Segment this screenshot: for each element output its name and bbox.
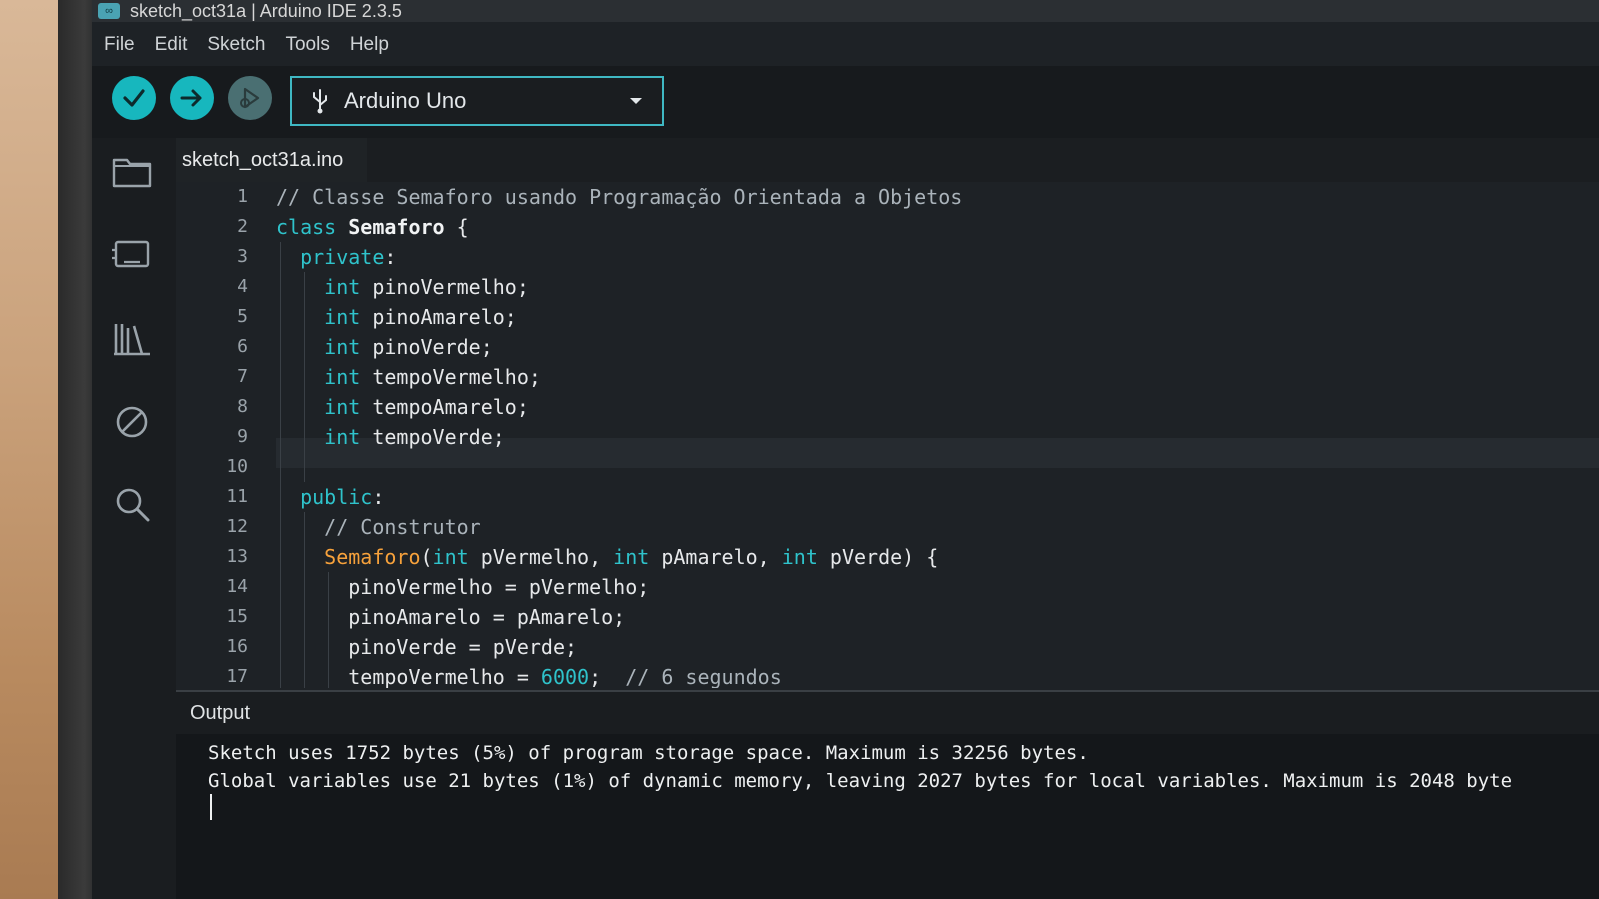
output-panel-header: Output xyxy=(176,690,1599,736)
debug-button[interactable] xyxy=(228,76,272,120)
debug-icon[interactable] xyxy=(110,400,154,444)
line-number: 10 xyxy=(226,456,248,477)
line-number: 7 xyxy=(237,366,248,387)
usb-icon xyxy=(313,89,327,114)
board-name: Arduino Uno xyxy=(344,88,467,113)
line-number: 14 xyxy=(226,576,248,597)
menu-sketch[interactable]: Sketch xyxy=(199,34,273,56)
code-line: tempoVermelho = 6000; // 6 segundos xyxy=(276,665,782,688)
line-number: 8 xyxy=(237,396,248,417)
output-line: Global variables use 21 bytes (1%) of dy… xyxy=(208,770,1513,792)
line-number: 17 xyxy=(226,666,248,687)
output-line: Sketch uses 1752 bytes (5%) of program s… xyxy=(208,742,1089,764)
code-line: private: xyxy=(300,245,397,269)
line-number: 16 xyxy=(226,636,248,657)
line-number: 6 xyxy=(237,336,248,357)
code-line: class Semaforo { xyxy=(276,215,469,239)
code-line: int tempoAmarelo; xyxy=(324,395,529,419)
arduino-ide-window: ∞ sketch_oct31a | Arduino IDE 2.3.5 File… xyxy=(92,0,1599,899)
line-number: 1 xyxy=(237,186,248,207)
menu-file[interactable]: File xyxy=(96,34,143,56)
code-line: pinoVerde = pVerde; xyxy=(276,635,578,659)
line-number: 12 xyxy=(226,516,248,537)
activity-sidebar xyxy=(92,138,176,899)
code-line: pinoAmarelo = pAmarelo; xyxy=(276,605,626,629)
code-line: int tempoVermelho; xyxy=(324,365,541,389)
code-line: public: xyxy=(300,485,385,509)
line-number: 13 xyxy=(226,546,248,567)
menu-tools[interactable]: Tools xyxy=(277,34,337,56)
search-icon[interactable] xyxy=(110,482,154,526)
library-manager-icon[interactable] xyxy=(110,316,154,360)
line-number: 5 xyxy=(237,306,248,327)
toolbar: Arduino Uno xyxy=(92,66,1599,138)
menu-bar: File Edit Sketch Tools Help xyxy=(92,28,1599,62)
verify-button[interactable] xyxy=(112,76,156,120)
code-editor[interactable]: 1 2 3 4 5 6 7 8 9 10 11 12 13 14 15 16 1… xyxy=(176,182,1599,688)
output-console[interactable]: Sketch uses 1752 bytes (5%) of program s… xyxy=(176,734,1599,899)
menu-edit[interactable]: Edit xyxy=(147,34,196,56)
output-title: Output xyxy=(190,702,251,724)
code-line: Semaforo(int pVermelho, int pAmarelo, in… xyxy=(324,545,939,569)
code-lines: // Classe Semaforo usando Programação Or… xyxy=(276,182,1599,688)
board-selector[interactable]: Arduino Uno xyxy=(290,76,664,126)
code-line: int pinoVermelho; xyxy=(324,275,529,299)
code-line: // Classe Semaforo usando Programação Or… xyxy=(276,185,963,209)
arduino-logo-icon: ∞ xyxy=(98,3,120,19)
code-line: int pinoVerde; xyxy=(324,335,493,359)
code-line: // Construtor xyxy=(324,515,481,539)
code-line: pinoVermelho = pVermelho; xyxy=(276,575,650,599)
text-cursor xyxy=(210,794,212,820)
boards-manager-icon[interactable] xyxy=(110,232,154,276)
folder-icon[interactable] xyxy=(110,148,154,192)
line-number: 11 xyxy=(226,486,248,507)
arrow-right-icon xyxy=(180,89,202,107)
window-title: sketch_oct31a | Arduino IDE 2.3.5 xyxy=(130,0,402,21)
debug-icon xyxy=(240,87,260,109)
chevron-down-icon xyxy=(630,98,642,104)
checkmark-icon xyxy=(123,89,145,107)
upload-button[interactable] xyxy=(170,76,214,120)
line-number-gutter: 1 2 3 4 5 6 7 8 9 10 11 12 13 14 15 16 1… xyxy=(176,182,276,688)
line-number: 2 xyxy=(237,216,248,237)
line-number: 3 xyxy=(237,246,248,267)
editor-tab-bar: sketch_oct31a.ino xyxy=(176,138,1599,184)
code-line: int pinoAmarelo; xyxy=(324,305,517,329)
line-number: 4 xyxy=(237,276,248,297)
tab-sketch-file[interactable]: sketch_oct31a.ino xyxy=(176,138,368,184)
line-number: 15 xyxy=(226,606,248,627)
code-line: int tempoVerde; xyxy=(324,425,505,449)
menu-help[interactable]: Help xyxy=(342,34,397,56)
line-number: 9 xyxy=(237,426,248,447)
title-bar: ∞ sketch_oct31a | Arduino IDE 2.3.5 xyxy=(92,0,1599,22)
